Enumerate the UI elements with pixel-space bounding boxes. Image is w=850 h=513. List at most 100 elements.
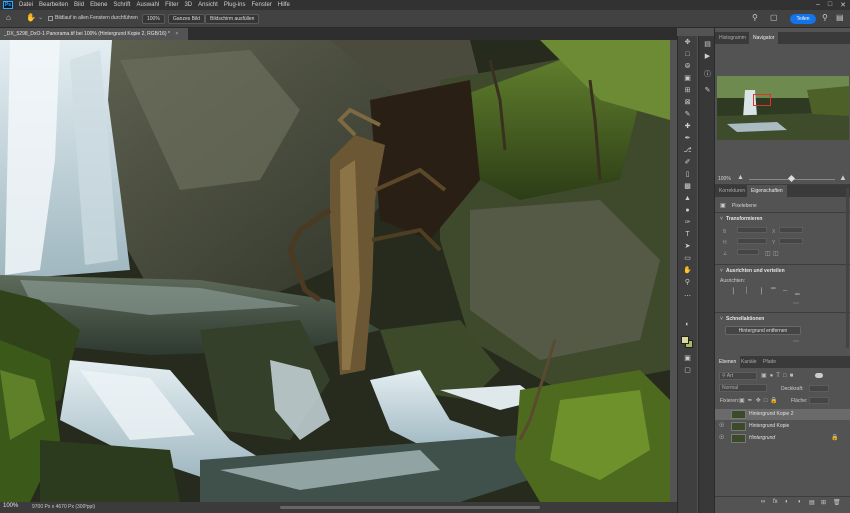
adjustment-layer-icon[interactable]: ◑ bbox=[797, 499, 801, 505]
frame-tool-icon[interactable]: ⊠ bbox=[682, 98, 693, 107]
scroll-all-checkbox[interactable] bbox=[48, 16, 53, 21]
tab-properties[interactable]: Eigenschaften bbox=[747, 185, 787, 197]
navigator-zoom[interactable]: 100% bbox=[718, 176, 731, 182]
zoom-in-icon[interactable]: ▲ bbox=[839, 173, 847, 182]
navigator-preview[interactable] bbox=[717, 76, 849, 140]
menu-ansicht[interactable]: Ansicht bbox=[198, 2, 218, 8]
healing-brush-icon[interactable]: ✚ bbox=[682, 122, 693, 131]
path-select-tool-icon[interactable]: ➤ bbox=[682, 242, 693, 251]
fill-field[interactable] bbox=[809, 397, 829, 404]
default-colors-icon[interactable]: ◐ bbox=[682, 320, 693, 329]
layer-row[interactable]: ☉ Hintergrund 🔒 bbox=[715, 433, 850, 444]
close-icon[interactable]: ✕ bbox=[840, 1, 846, 9]
layer-filter-icons[interactable]: ▣●T□■ bbox=[761, 372, 796, 379]
quick-mask-icon[interactable]: ▣ bbox=[682, 354, 693, 363]
home-icon[interactable]: ⌂ bbox=[6, 13, 11, 22]
crop-tool-icon[interactable]: ⊞ bbox=[682, 86, 693, 95]
new-group-icon[interactable]: ▤ bbox=[809, 499, 815, 506]
zoom-tool-icon[interactable]: ⚲ bbox=[682, 278, 693, 287]
menu-plugins[interactable]: Plug-ins bbox=[224, 2, 246, 8]
dodge-tool-icon[interactable]: ● bbox=[682, 206, 693, 215]
fill-screen-button[interactable]: Bildschirm ausfüllen bbox=[205, 14, 260, 24]
collapse-transform-icon[interactable]: ˅ bbox=[720, 216, 723, 222]
width-field[interactable] bbox=[737, 227, 767, 233]
minimize-icon[interactable]: – bbox=[816, 1, 820, 9]
shape-tool-icon[interactable]: ▭ bbox=[682, 254, 693, 263]
screen-mode-icon[interactable]: ▢ bbox=[682, 366, 693, 375]
brushes-panel-icon[interactable]: ✎ bbox=[702, 86, 713, 95]
tab-navigator[interactable]: Navigator bbox=[749, 32, 779, 44]
zoom-100-button[interactable]: 100% bbox=[142, 14, 165, 24]
tab-paths[interactable]: Pfade bbox=[759, 356, 780, 368]
lock-icons[interactable]: ▣✒✥□🔒 bbox=[739, 397, 781, 404]
workspace-icon[interactable]: ▢ bbox=[770, 13, 778, 22]
document-tab[interactable]: _DX_5298_DxO-1 Panorama.tif bei 100% (Hi… bbox=[0, 28, 188, 40]
menu-3d[interactable]: 3D bbox=[184, 2, 192, 8]
zoom-out-icon[interactable]: ▲ bbox=[737, 174, 744, 181]
type-tool-icon[interactable]: T bbox=[682, 230, 693, 239]
info-panel-icon[interactable]: ⓘ bbox=[702, 70, 713, 79]
menu-fenster[interactable]: Fenster bbox=[252, 2, 272, 8]
menu-bild[interactable]: Bild bbox=[74, 2, 84, 8]
search-icon[interactable]: ⚲ bbox=[752, 13, 758, 22]
x-field[interactable] bbox=[779, 227, 803, 233]
status-chevron-icon[interactable]: › bbox=[85, 503, 87, 509]
fit-screen-button[interactable]: Ganzes Bild bbox=[168, 14, 205, 24]
menu-datei[interactable]: Datei bbox=[19, 2, 33, 8]
eyedropper-tool-icon[interactable]: ✎ bbox=[682, 110, 693, 119]
tool-preset-chevron-icon[interactable]: ⌄ bbox=[38, 14, 43, 21]
clone-stamp-icon[interactable]: ⎇ bbox=[682, 146, 693, 155]
flip-vertical-icon[interactable]: ◫ bbox=[773, 250, 779, 257]
link-layers-icon[interactable]: ∞ bbox=[761, 499, 765, 505]
document-canvas[interactable] bbox=[0, 40, 670, 502]
menu-filter[interactable]: Filter bbox=[165, 2, 178, 8]
more-tools-icon[interactable]: ⋯ bbox=[682, 292, 693, 301]
add-mask-icon[interactable]: ◐ bbox=[785, 499, 789, 505]
history-brush-icon[interactable]: ✐ bbox=[682, 158, 693, 167]
object-select-tool-icon[interactable]: ▣ bbox=[682, 74, 693, 83]
move-tool-icon[interactable]: ✥ bbox=[682, 38, 693, 47]
remove-background-button[interactable]: Hintergrund entfernen bbox=[725, 326, 801, 335]
layer-row[interactable]: ☉ Hintergrund Kopie bbox=[715, 421, 850, 432]
lasso-tool-icon[interactable]: ⦾ bbox=[682, 62, 693, 71]
new-layer-icon[interactable]: ⊞ bbox=[821, 499, 826, 506]
more-align-icon[interactable]: ⋯ bbox=[793, 300, 799, 307]
menu-auswahl[interactable]: Auswahl bbox=[136, 2, 159, 8]
layer-name[interactable]: Hintergrund Kopie bbox=[749, 421, 789, 432]
gradient-tool-icon[interactable]: ▩ bbox=[682, 182, 693, 191]
align-top-icon[interactable]: ▔ bbox=[771, 288, 776, 295]
share-button[interactable]: Teilen bbox=[790, 14, 816, 24]
hand-tool-icon-active[interactable]: ✋ bbox=[682, 266, 693, 275]
blend-mode-select[interactable]: Normal bbox=[719, 384, 767, 392]
workspace-layout-icon[interactable]: ▤ bbox=[836, 13, 844, 22]
actions-panel-icon[interactable]: ▶ bbox=[702, 52, 713, 61]
layer-style-icon[interactable]: fx bbox=[773, 499, 778, 505]
align-hcenter-icon[interactable]: │ bbox=[745, 288, 749, 294]
zoom-slider-handle[interactable] bbox=[787, 174, 796, 183]
tab-adjustments[interactable]: Korrekturen bbox=[715, 185, 749, 197]
layer-row[interactable]: Hintergrund Kopie 2 bbox=[715, 409, 850, 420]
history-panel-icon[interactable]: ▤ bbox=[702, 40, 713, 49]
height-field[interactable] bbox=[737, 238, 767, 244]
tab-histogram[interactable]: Histogramm bbox=[715, 32, 750, 44]
foreground-color-swatch[interactable] bbox=[681, 336, 689, 344]
search-help-icon[interactable]: ⚲ bbox=[822, 13, 828, 22]
pen-tool-icon[interactable]: ✑ bbox=[682, 218, 693, 227]
angle-field[interactable] bbox=[737, 249, 759, 255]
menu-bearbeiten[interactable]: Bearbeiten bbox=[39, 2, 68, 8]
blur-tool-icon[interactable]: ▲ bbox=[682, 194, 693, 203]
eraser-tool-icon[interactable]: ▯ bbox=[682, 170, 693, 179]
flip-horizontal-icon[interactable]: ◫ bbox=[765, 250, 771, 257]
menu-ebene[interactable]: Ebene bbox=[90, 2, 107, 8]
delete-layer-icon[interactable]: 🗑 bbox=[833, 499, 841, 506]
properties-scrollbar[interactable] bbox=[846, 188, 849, 348]
layer-kind-filter[interactable]: ⚲ Art bbox=[719, 372, 757, 380]
align-right-icon[interactable]: ▕ bbox=[757, 288, 762, 295]
eye-icon[interactable]: ☉ bbox=[719, 421, 724, 432]
menu-schrift[interactable]: Schrift bbox=[113, 2, 130, 8]
opacity-field[interactable] bbox=[809, 385, 829, 392]
navigator-view-box[interactable] bbox=[753, 94, 771, 106]
close-tab-icon[interactable]: × bbox=[175, 31, 178, 37]
collapse-align-icon[interactable]: ˅ bbox=[720, 268, 723, 274]
maximize-icon[interactable]: □ bbox=[828, 1, 832, 9]
